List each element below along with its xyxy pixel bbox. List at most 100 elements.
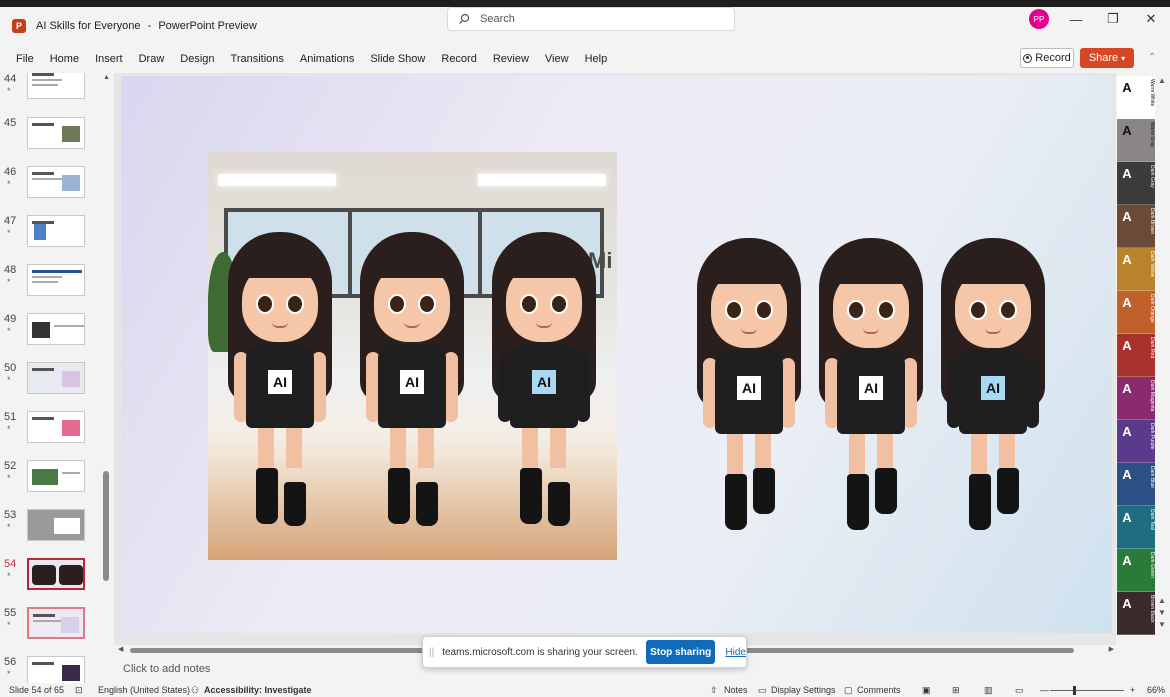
character-figure-cutout[interactable]: AI — [689, 238, 809, 538]
zoom-slider[interactable] — [1050, 690, 1124, 691]
swatch-warm-gray[interactable]: A Warm Gray — [1117, 119, 1155, 162]
ribbon-tabs: File Home Insert Draw Design Transitions… — [0, 45, 1170, 73]
swatch-dark-gray[interactable]: A Dark Gray — [1117, 162, 1155, 205]
document-title: AI Skills for Everyone — [36, 20, 141, 32]
normal-view-icon[interactable]: ▣ — [922, 685, 931, 696]
swatch-dark-orange[interactable]: A Dark Orange — [1117, 291, 1155, 334]
character-figure-cutout[interactable]: AI — [811, 238, 931, 538]
thumbnail-slide-54[interactable]: 54 * — [0, 558, 114, 606]
thumbnail-slide-55[interactable]: 55 * — [0, 607, 114, 655]
swatch-dark-purple[interactable]: A Dark Purple — [1117, 420, 1155, 463]
tab-animations[interactable]: Animations — [292, 53, 362, 65]
comments-button[interactable]: Comments — [857, 685, 901, 695]
tab-view[interactable]: View — [537, 53, 577, 65]
tab-help[interactable]: Help — [577, 53, 616, 65]
thumbnail-scroll-thumb[interactable] — [103, 471, 109, 581]
thumbnail-star-icon: * — [7, 86, 11, 96]
thumbnail-slide-47[interactable]: 47 * — [0, 215, 114, 263]
thumbnail-slide-51[interactable]: 51 * — [0, 411, 114, 459]
swatch-dark-brown[interactable]: A Dark Brown — [1117, 205, 1155, 248]
text-color-icon: A — [1122, 166, 1132, 181]
thumbnail-number: 52 — [4, 460, 17, 472]
reading-view-icon[interactable]: ▥ — [984, 685, 993, 696]
thumbnail-slide-53[interactable]: 53 * — [0, 509, 114, 557]
tab-review[interactable]: Review — [485, 53, 537, 65]
tab-insert[interactable]: Insert — [87, 53, 131, 65]
notes-icon: ⇧ — [710, 685, 718, 695]
thumbnail-image — [27, 117, 85, 149]
thumbnail-image — [27, 313, 85, 345]
tab-transitions[interactable]: Transitions — [223, 53, 292, 65]
swatch-dark-blue[interactable]: A Dark Blue — [1117, 463, 1155, 506]
zoom-out-button[interactable]: — — [1040, 685, 1049, 695]
zoom-slider-thumb[interactable] — [1073, 686, 1076, 695]
window-title: AI Skills for Everyone - PowerPoint Prev… — [36, 20, 257, 32]
thumbnail-slide-48[interactable]: 48 * — [0, 264, 114, 312]
thumbnail-image — [27, 509, 85, 541]
thumbnail-slide-52[interactable]: 52 * — [0, 460, 114, 508]
thumbnail-star-icon: * — [7, 522, 11, 532]
tab-home[interactable]: Home — [42, 53, 87, 65]
language-status[interactable]: English (United States) — [98, 685, 190, 695]
title-separator: - — [147, 20, 152, 32]
character-figure-cutout[interactable]: AI — [933, 238, 1053, 538]
minimize-button[interactable]: — — [1064, 8, 1088, 30]
slide-editing-area: Mi AI AI AI AI AI AI — [114, 73, 1116, 645]
swatch-dark-magenta[interactable]: A Dark Magenta — [1117, 377, 1155, 420]
accessibility-status[interactable]: Accessibility: Investigate — [204, 685, 312, 695]
thumbnail-slide-50[interactable]: 50 * — [0, 362, 114, 410]
zoom-level[interactable]: 66% — [1147, 685, 1165, 695]
app-name: PowerPoint Preview — [158, 20, 257, 32]
scroll-down-icon[interactable]: ▼ — [1158, 608, 1166, 617]
user-avatar[interactable]: PP — [1029, 9, 1049, 29]
text-color-icon: A — [1122, 123, 1132, 138]
swatch-label: Dark Yellow — [1149, 251, 1155, 278]
notes-button[interactable]: Notes — [724, 685, 748, 695]
thumbnail-image — [27, 215, 85, 247]
swatch-dark-yellow[interactable]: A Dark Yellow — [1117, 248, 1155, 291]
swatch-warm-white[interactable]: A Warm White — [1117, 76, 1155, 119]
scroll-down-icon[interactable]: ▲ — [1158, 596, 1166, 605]
swatch-scrollbar[interactable]: ▲ ▲ ▼ ▼ — [1157, 76, 1167, 646]
swatch-dark-red[interactable]: A Dark Red — [1117, 334, 1155, 377]
scroll-left-icon[interactable]: ◀ — [118, 645, 123, 653]
tab-record[interactable]: Record — [433, 53, 484, 65]
stop-sharing-button[interactable]: Stop sharing — [645, 640, 716, 664]
thumbnail-star-icon: * — [7, 277, 11, 287]
restore-button[interactable]: ❐ — [1101, 8, 1125, 30]
thumbnail-star-icon: * — [7, 228, 11, 238]
swatch-dark-green[interactable]: A Dark Green — [1117, 549, 1155, 592]
search-input[interactable]: Search — [447, 7, 735, 31]
ribbon-options-icon[interactable]: ⌃ — [1148, 52, 1156, 63]
thumbnail-slide-45[interactable]: 45 — [0, 117, 114, 165]
tab-slide-show[interactable]: Slide Show — [362, 53, 433, 65]
scroll-right-icon[interactable]: ▶ — [1109, 645, 1114, 653]
zoom-in-button[interactable]: + — [1130, 685, 1135, 695]
slide-canvas[interactable]: Mi AI AI AI AI AI AI — [121, 76, 1112, 633]
swatch-brown-black[interactable]: A Brown Black — [1117, 592, 1155, 635]
swatch-dark-teal[interactable]: A Dark Teal — [1117, 506, 1155, 549]
tab-file[interactable]: File — [0, 53, 42, 65]
text-color-icon: A — [1122, 80, 1132, 95]
scroll-down-icon[interactable]: ▼ — [1158, 620, 1166, 629]
tab-draw[interactable]: Draw — [131, 53, 173, 65]
thumbnail-scrollbar[interactable]: ▲ — [103, 74, 110, 682]
scroll-up-icon[interactable]: ▲ — [1158, 76, 1166, 85]
close-button[interactable]: ✕ — [1139, 8, 1163, 30]
hide-link[interactable]: Hide — [725, 647, 746, 658]
slide-sorter-icon[interactable]: ⊞ — [952, 685, 960, 696]
thumbnail-slide-49[interactable]: 49 * — [0, 313, 114, 361]
thumbnail-star-icon: * — [7, 326, 11, 336]
drag-handle-icon[interactable]: || — [429, 647, 434, 658]
thumbnail-slide-44[interactable]: 44 * — [0, 73, 114, 121]
display-settings-button[interactable]: Display Settings — [771, 685, 836, 695]
thumbnail-slide-46[interactable]: 46 * — [0, 166, 114, 214]
tab-design[interactable]: Design — [172, 53, 222, 65]
slideshow-view-icon[interactable]: ▭ — [1015, 685, 1024, 696]
scroll-up-icon[interactable]: ▲ — [103, 74, 110, 81]
share-button[interactable]: Share ▾ — [1080, 48, 1134, 68]
office-photo-image[interactable]: Mi AI AI AI — [208, 152, 617, 560]
spell-check-icon[interactable]: ⊡ — [75, 685, 83, 696]
thumbnail-slide-56[interactable]: 56 * — [0, 656, 114, 683]
record-button[interactable]: Record — [1020, 48, 1074, 68]
